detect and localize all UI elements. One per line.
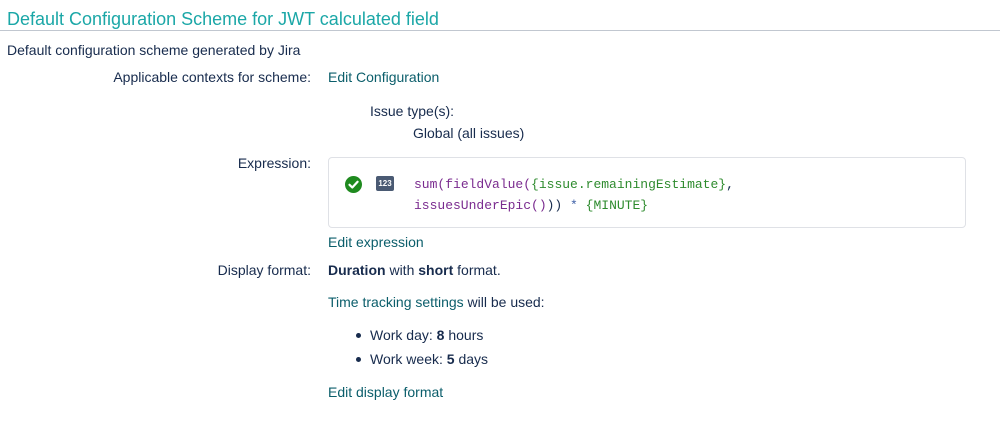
work-week-value: 5 <box>446 351 455 367</box>
time-tracking-settings-link[interactable]: Time tracking settings <box>328 294 464 310</box>
code-close-parens: )) <box>546 198 563 213</box>
code-comma: , <box>726 177 734 192</box>
time-tracking-suffix: will be used: <box>463 294 545 310</box>
format-suffix-text: format. <box>453 262 501 278</box>
work-day-unit: hours <box>444 327 484 343</box>
code-fn-sum: sum( <box>414 177 446 192</box>
format-type: Duration <box>328 262 386 278</box>
time-tracking-line: Time tracking settings will be used: <box>328 293 545 311</box>
contexts-label: Applicable contexts for scheme: <box>113 69 311 85</box>
code-fn-fieldvalue: fieldValue( <box>445 177 532 192</box>
page: Default Configuration Scheme for JWT cal… <box>0 0 1000 427</box>
code-fn-issuesunderepic: issuesUnderEpic() <box>414 198 547 213</box>
page-title: Default Configuration Scheme for JWT cal… <box>7 9 439 29</box>
expression-code: sum(fieldValue({issue.remainingEstimate}… <box>414 174 734 216</box>
check-circle-icon <box>345 176 362 193</box>
number-type-icon: 123 <box>376 176 394 191</box>
work-week-unit: days <box>454 351 489 367</box>
issue-types-value: Global (all issues) <box>413 125 525 141</box>
title-divider <box>0 30 1000 31</box>
work-day-label: Work day: <box>370 327 437 343</box>
code-operator: * <box>570 198 578 213</box>
work-week-item: Work week: 5 days <box>370 350 488 368</box>
page-subtitle: Default configuration scheme generated b… <box>7 42 301 58</box>
expression-box: 123 sum(fieldValue({issue.remainingEstim… <box>328 157 966 228</box>
issue-types-label: Issue type(s): <box>370 103 455 119</box>
work-day-item: Work day: 8 hours <box>370 326 483 344</box>
format-style: short <box>418 262 454 278</box>
display-format-value: Duration with short format. <box>328 261 501 279</box>
work-week-label: Work week: <box>370 351 447 367</box>
bullet-icon <box>356 357 361 362</box>
code-field-minute: {MINUTE} <box>585 198 649 213</box>
edit-configuration-link[interactable]: Edit Configuration <box>328 68 439 86</box>
edit-expression-link[interactable]: Edit expression <box>328 233 424 251</box>
edit-display-format-link[interactable]: Edit display format <box>328 383 443 401</box>
display-format-label: Display format: <box>217 262 311 278</box>
code-field-remaining-estimate: {issue.remainingEstimate} <box>531 177 727 192</box>
bullet-icon <box>356 333 361 338</box>
format-with-text: with <box>385 262 419 278</box>
expression-label: Expression: <box>237 155 311 171</box>
